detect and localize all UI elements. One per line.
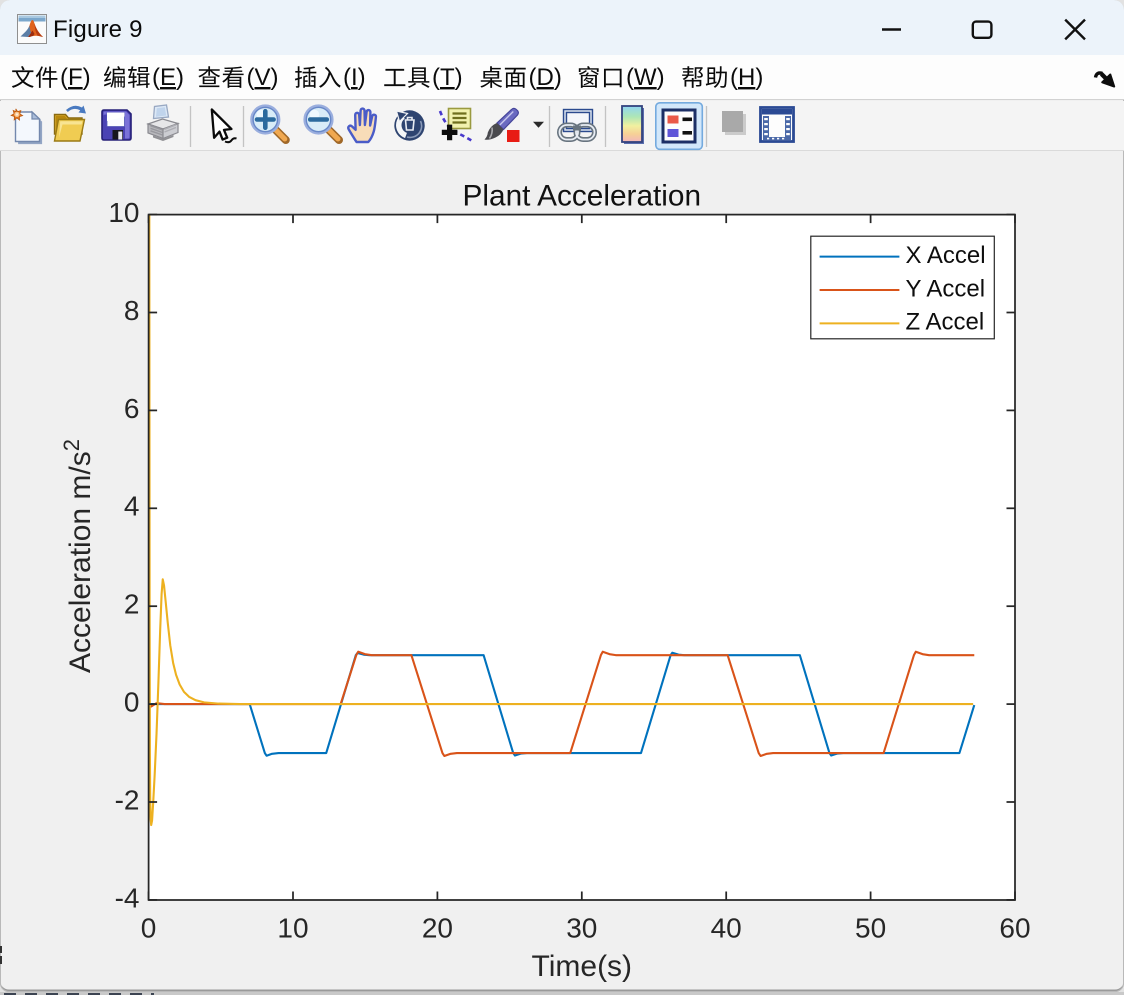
svg-text:0: 0 [141,912,157,943]
svg-text:10: 10 [108,197,139,228]
svg-text:(E): (E) [152,64,184,91]
svg-text:Time(s): Time(s) [532,950,633,983]
svg-text:(I): (I) [343,64,366,91]
svg-text:Z Accel: Z Accel [906,309,985,336]
svg-text:4: 4 [124,491,140,522]
svg-text:(T): (T) [432,64,463,91]
svg-text:-4: -4 [115,882,140,913]
svg-text:2: 2 [124,589,140,620]
svg-text:(W): (W) [626,64,665,91]
svg-text:Plant Acceleration: Plant Acceleration [463,180,702,213]
svg-text:-2: -2 [115,784,140,815]
svg-text:(F): (F) [60,64,91,91]
svg-text:20: 20 [422,912,453,943]
svg-text:40: 40 [711,912,742,943]
svg-text:60: 60 [999,912,1030,943]
svg-text:10: 10 [277,912,308,943]
svg-text:Acceleration m/s2: Acceleration m/s2 [59,439,97,673]
svg-text:Y Accel: Y Accel [906,275,986,302]
svg-text:0: 0 [124,686,140,717]
svg-text:50: 50 [855,912,886,943]
svg-text:X Accel: X Accel [906,242,986,269]
svg-text:6: 6 [124,393,140,424]
svg-text:(V): (V) [247,64,279,91]
svg-text:30: 30 [566,912,597,943]
svg-text:8: 8 [124,295,140,326]
svg-text:(H): (H) [730,64,763,91]
svg-text:(D): (D) [529,64,562,91]
